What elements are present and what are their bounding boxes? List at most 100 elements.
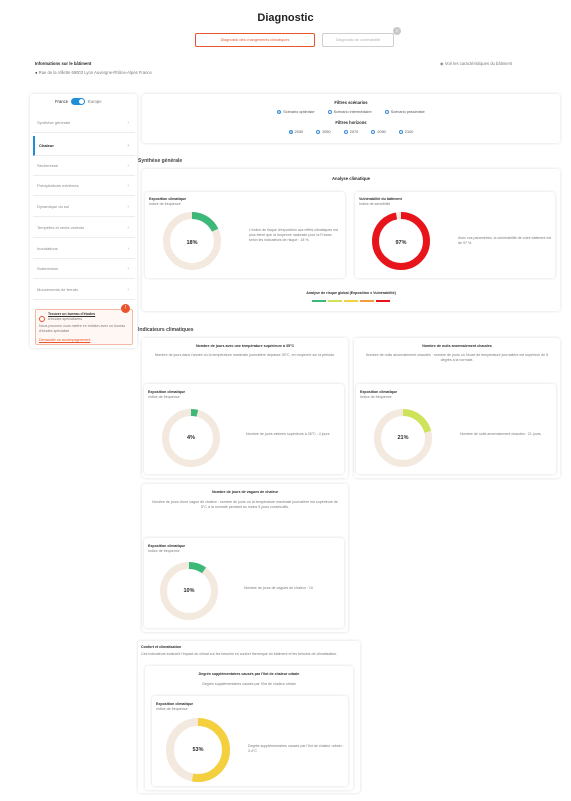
- exposition-subtitle: Indice de fréquence: [149, 202, 181, 206]
- risk-scale-red: [376, 300, 390, 302]
- risk-scale-green: [312, 300, 326, 302]
- confort-side: Degrés supplémentaires causés par l'îlot…: [248, 744, 344, 753]
- exposition-value: 18%: [186, 240, 198, 246]
- sidebar-item-label: Submersion: [37, 266, 59, 271]
- region-toggle[interactable]: France Europe: [55, 98, 102, 105]
- sidebar-item-1[interactable]: Chaleur ›: [33, 136, 135, 156]
- analysis-title: Analyse climatique: [332, 176, 370, 181]
- sidebar-item-6[interactable]: Inondations ›: [33, 239, 135, 259]
- risk-scale-yellow: [344, 300, 358, 302]
- radio-icon: [277, 110, 282, 114]
- indicator-3-desc: Nombre de jours d'une vague de chaleur :…: [152, 500, 338, 509]
- sidebar-item-label: Inondations: [37, 246, 58, 251]
- building-info-label: Informations sur le bâtiment: [35, 61, 92, 66]
- indicator-3-side: Nombre de jours de vagues de chaleur : 1…: [244, 586, 313, 590]
- indicator-1-desc: Nombre de jours dans l'année où la tempé…: [154, 353, 336, 357]
- horizon-2030[interactable]: 2030: [288, 130, 303, 134]
- confort-card-title: Degrés supplémentaires causés par l'îlot…: [198, 672, 300, 676]
- sidebar-item-label: Sécheresse: [37, 163, 59, 168]
- sidebar-item-label: Mouvements de terrain: [37, 287, 78, 292]
- vulnerabilite-value: 97%: [395, 240, 407, 246]
- location-icon: ●: [35, 70, 38, 75]
- horizon-2100[interactable]: 2100: [398, 130, 413, 134]
- indicator-1-exp-sub: Indice de fréquence: [148, 395, 180, 399]
- radio-icon: [343, 130, 348, 134]
- chevron-right-icon: ›: [127, 142, 129, 149]
- sidebar-item-label: Précipitations extrêmes: [37, 183, 79, 188]
- scenario-pessimiste[interactable]: Scénario pessimiste: [384, 110, 425, 114]
- confort-card-desc: Degrés supplémentaires causés par l'îlot…: [202, 682, 296, 686]
- sidebar-item-8[interactable]: Mouvements de terrain ›: [33, 280, 135, 300]
- chevron-right-icon: ›: [127, 245, 129, 252]
- toggle-switch[interactable]: [71, 98, 86, 105]
- confort-value: 53%: [192, 747, 204, 753]
- radio-icon: [288, 130, 293, 134]
- scenarios-options: Scénario optimiste Scénario intermédiair…: [142, 109, 560, 114]
- step-2-button[interactable]: Diagnostic de vulnérabilité: [322, 33, 394, 47]
- promo-text: Nous pouvons vous mettre en relation ave…: [39, 324, 126, 333]
- scenario-optimiste[interactable]: Scénario optimiste: [277, 110, 315, 114]
- radio-icon: [384, 110, 389, 114]
- sidebar-item-3[interactable]: Précipitations extrêmes ›: [33, 176, 135, 196]
- sidebar-item-label: Chaleur: [39, 143, 54, 148]
- step-2-label: Diagnostic de vulnérabilité: [335, 38, 381, 42]
- vulnerabilite-description: Avec vos paramètres, la vulnérabilité de…: [458, 236, 552, 245]
- horizon-2090[interactable]: 2090: [371, 130, 386, 134]
- risk-scale-lime: [328, 300, 342, 302]
- chevron-right-icon: ›: [127, 224, 129, 231]
- horizon-2050[interactable]: 2050: [316, 130, 331, 134]
- risk-legend-title: Analyse de risque global (Exposition x V…: [306, 291, 396, 295]
- confort-desc: Ces indicateurs évaluent l'impact du cli…: [141, 652, 338, 656]
- building-characteristics-link[interactable]: ◉ Voir les caractéristiques du bâtiment: [440, 61, 512, 67]
- promo-link[interactable]: Demander un accompagnement: [39, 338, 90, 343]
- step-1-button[interactable]: Diagnostic des changements climatiques: [195, 33, 315, 47]
- indicator-1-title: Nombre de jours avec une température sup…: [195, 344, 295, 348]
- toggle-label-europe: Europe: [88, 98, 102, 104]
- chevron-right-icon: ›: [127, 203, 129, 210]
- horizons-options: 2030 2050 2070 2090 2100: [142, 129, 560, 134]
- sidebar-item-label: Tempêtes et vents violents: [37, 225, 85, 230]
- indicator-1-side: Nombre de jours estimés supérieurs à 35°…: [246, 432, 330, 436]
- sidebar-item-7[interactable]: Submersion ›: [33, 259, 135, 279]
- eye-icon: ◉: [440, 61, 444, 66]
- indicator-1-value: 4%: [187, 435, 195, 441]
- step-1-label: Diagnostic des changements climatiques: [220, 38, 290, 42]
- indicateurs-title: Indicateurs climatiques: [138, 327, 194, 333]
- risk-scale-orange: [360, 300, 374, 302]
- step-2-badge: 2: [393, 27, 401, 35]
- indicator-2-desc: Nombre de nuits anormalement chaudes : n…: [365, 353, 549, 362]
- promo-badge-icon: !: [121, 304, 130, 313]
- chevron-right-icon: ›: [127, 265, 129, 272]
- horizon-2070[interactable]: 2070: [343, 130, 358, 134]
- indicator-2-exp-sub: Indice de fréquence: [360, 395, 392, 399]
- indicator-3-value: 10%: [183, 588, 195, 594]
- sidebar-item-label: Synthèse générale: [37, 120, 71, 125]
- sidebar-item-4[interactable]: Dynamique du sol ›: [33, 197, 135, 217]
- confort-title: Confort et climatisation: [141, 645, 182, 649]
- scenario-intermediaire[interactable]: Scénario intermédiaire: [327, 110, 372, 114]
- indicator-2-value: 21%: [397, 435, 409, 441]
- scenarios-title: Filtres scénarios: [334, 100, 368, 105]
- vulnerabilite-subtitle: Indice de sensibilité: [359, 202, 391, 206]
- radio-icon: [327, 110, 332, 114]
- building-address: ● Rue de la Villette 69003 Lyon Auvergne…: [35, 70, 152, 75]
- sidebar-item-5[interactable]: Tempêtes et vents violents ›: [33, 218, 135, 238]
- indicator-3-exp-sub: Indice de fréquence: [148, 549, 180, 553]
- sidebar-item-2[interactable]: Sécheresse ›: [33, 156, 135, 176]
- risk-scale-bar: [312, 300, 390, 302]
- bulb-icon: [39, 316, 45, 322]
- synthese-title: Synthèse générale: [138, 158, 183, 164]
- radio-icon: [398, 130, 403, 134]
- promo-subtitle: d'études spécialisées: [48, 317, 83, 321]
- indicator-2-side: Nombre de nuits anormalement chaudes : 2…: [460, 432, 541, 436]
- exposition-description: L'indice de risque d'exposition aux effe…: [249, 228, 339, 242]
- horizons-title: Filtres horizons: [335, 120, 367, 125]
- radio-icon: [316, 130, 321, 134]
- indicator-3-title: Nombre de jours de vagues de chaleur: [211, 490, 279, 494]
- toggle-label-france: France: [55, 98, 69, 104]
- chevron-right-icon: ›: [127, 182, 129, 189]
- sidebar-item-0[interactable]: Synthèse générale ›: [33, 113, 135, 133]
- chevron-right-icon: ›: [127, 162, 129, 169]
- sidebar-item-label: Dynamique du sol: [37, 204, 70, 209]
- page-title: Diagnostic: [257, 12, 314, 24]
